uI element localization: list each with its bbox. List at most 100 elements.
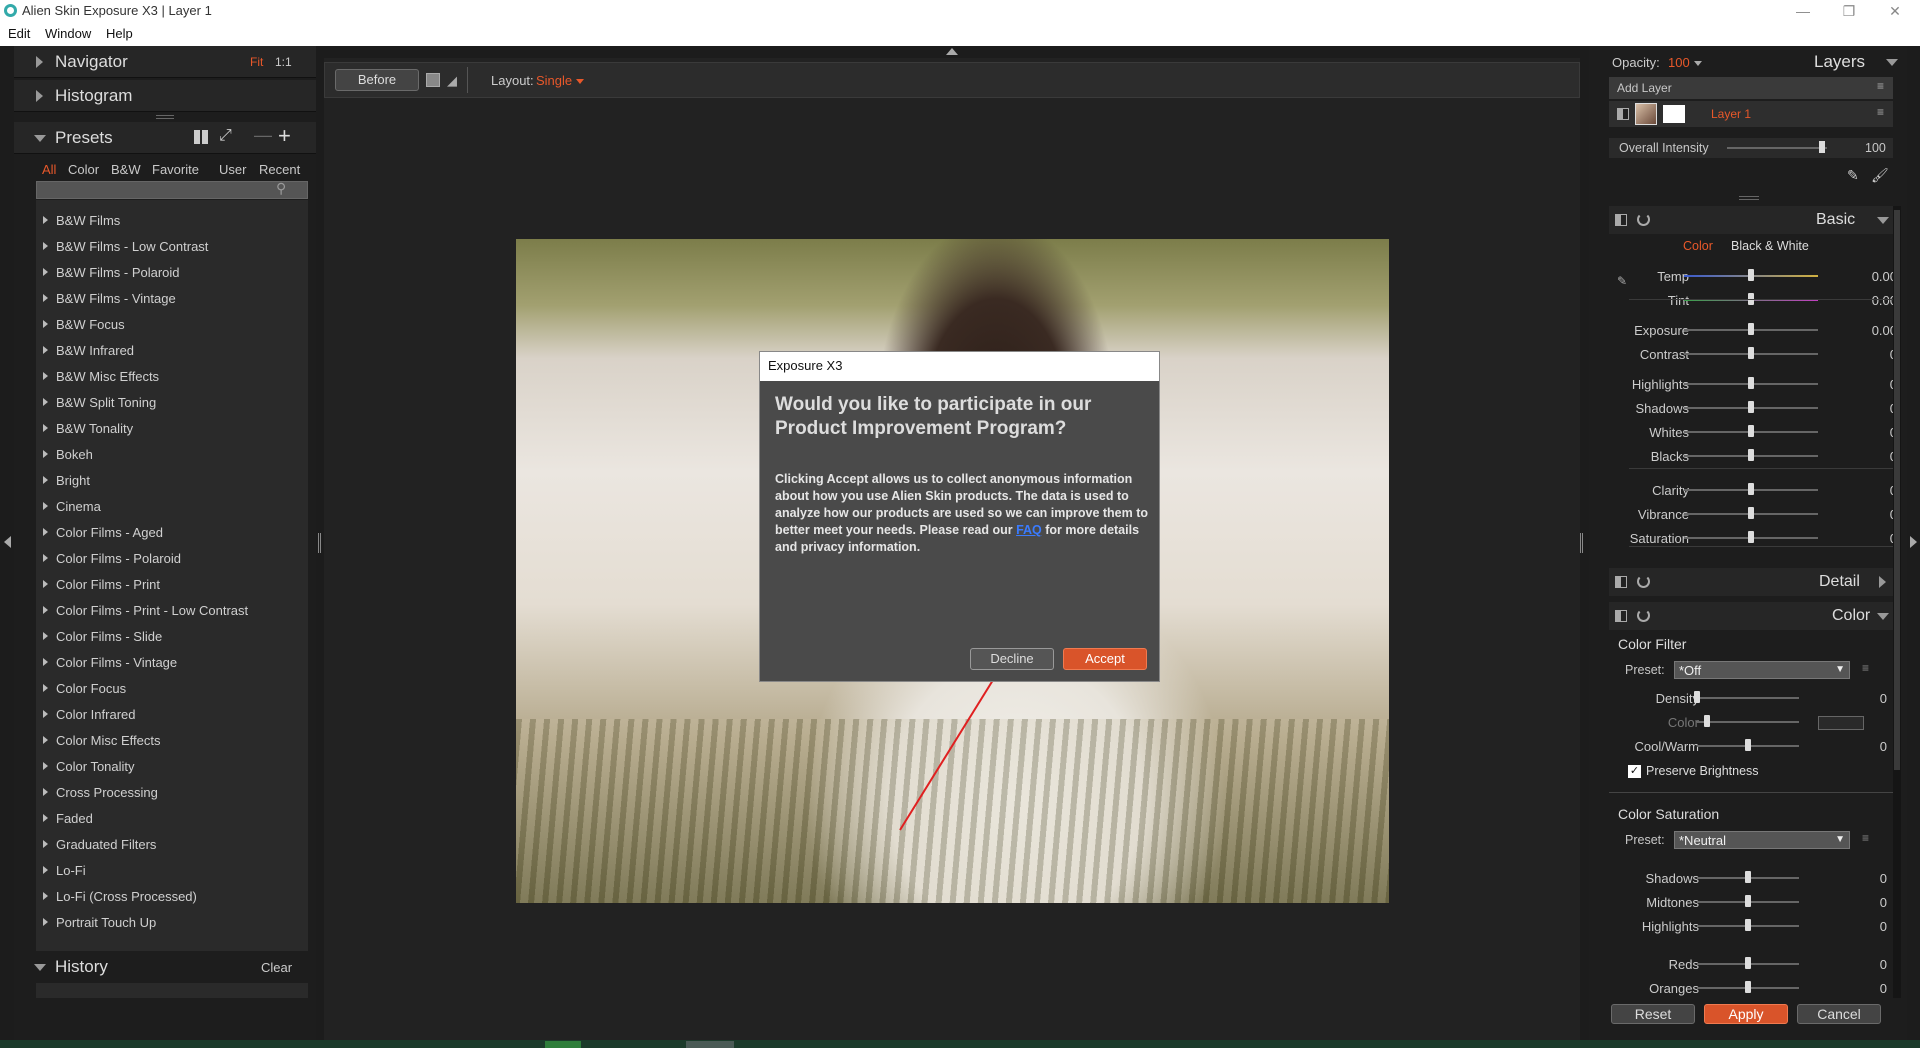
preset-item-label: Color Focus [56,681,127,696]
histogram-header[interactable]: Histogram [14,80,316,112]
menu-help[interactable]: Help [106,26,133,41]
preset-item[interactable]: Portrait Touch Up [36,910,308,934]
preset-item[interactable]: Color Films - Print - Low Contrast [36,598,308,622]
one-to-one-button[interactable]: 1:1 [275,55,292,69]
taskbar [0,1040,1920,1048]
slider-thumb[interactable] [1745,871,1751,883]
tab-recent[interactable]: Recent [259,162,300,177]
slider-thumb[interactable] [1745,895,1751,907]
preset-item-label: Faded [56,811,93,826]
taskbar-app-1[interactable] [545,1041,581,1048]
menu-window[interactable]: Window [45,26,91,41]
preset-item[interactable]: Color Films - Polaroid [36,546,308,570]
preset-item[interactable]: Color Films - Aged [36,520,308,544]
tab-user[interactable]: User [219,162,246,177]
before-button[interactable]: Before [335,69,419,91]
preset-item[interactable]: B&W Films - Vintage [36,286,308,310]
preset-item[interactable]: Cinema [36,494,308,518]
preset-item[interactable]: Lo-Fi [36,858,308,882]
slider-thumb[interactable] [1745,919,1751,931]
slider-thumb[interactable] [1745,981,1751,993]
taskbar-app-2[interactable] [686,1041,734,1048]
preset-item[interactable]: B&W Films - Polaroid [36,260,308,284]
search-icon: ⚲ [276,180,287,196]
left-divider-handle[interactable] [318,533,321,553]
tab-bw[interactable]: B&W [111,162,141,177]
layout-dropdown[interactable]: Single [536,73,585,88]
presets-label: Presets [55,128,113,147]
right-divider-handle[interactable] [1580,533,1583,553]
preset-item[interactable]: B&W Tonality [36,416,308,440]
expand-icon [43,476,48,484]
preset-item[interactable]: Faded [36,806,308,830]
minimize-icon[interactable]: — [1780,0,1826,22]
presets-header[interactable]: Presets ⤢ — + [14,122,316,154]
slider-value: 0 [1879,981,1887,996]
right-scrollbar[interactable] [1893,206,1901,1042]
preset-item[interactable]: B&W Split Toning [36,390,308,414]
preset-item[interactable]: B&W Focus [36,312,308,336]
toolbar-divider [467,67,468,93]
split-view-icon[interactable]: ◢ [447,73,457,89]
dialog-body: Clicking Accept allows us to collect ano… [775,471,1155,556]
histogram-label: Histogram [55,86,133,105]
preset-item[interactable]: Graduated Filters [36,832,308,856]
preset-search-input[interactable] [36,181,308,199]
preset-item[interactable]: B&W Films - Low Contrast [36,234,308,258]
panel-resize-handle[interactable] [156,115,174,119]
maximize-icon[interactable]: ❐ [1826,0,1872,22]
accept-button[interactable]: Accept [1063,648,1147,670]
fit-button[interactable]: Fit [250,55,263,69]
right-panel: Opacity: 100 Layers Add Layer ≡ Layer 1 … [1589,46,1907,1042]
preset-item[interactable]: B&W Misc Effects [36,364,308,388]
collapse-left-icon[interactable] [4,536,11,548]
grid-view-icon[interactable] [194,130,208,144]
preset-item-label: Lo-Fi (Cross Processed) [56,889,197,904]
expand-icon [43,580,48,588]
expand-icon [43,866,48,874]
history-header[interactable]: History Clear [14,951,316,983]
close-icon[interactable]: ✕ [1872,0,1918,22]
tab-all[interactable]: All [42,162,56,177]
menu-edit[interactable]: Edit [8,26,30,41]
reset-button[interactable]: Reset [1611,1004,1695,1024]
add-preset-icon[interactable]: + [278,123,291,149]
tab-color[interactable]: Color [68,162,99,177]
decline-button[interactable]: Decline [970,648,1054,670]
slider-thumb[interactable] [1745,957,1751,969]
preset-item[interactable]: Bright [36,468,308,492]
collapse-top-icon[interactable] [946,48,958,55]
preset-item[interactable]: Color Misc Effects [36,728,308,752]
preset-item[interactable]: B&W Films [36,208,308,232]
preset-item[interactable]: Bokeh [36,442,308,466]
collapse-icon [34,964,46,971]
apply-button[interactable]: Apply [1704,1004,1788,1024]
preset-item[interactable]: Cross Processing [36,780,308,804]
preset-item[interactable]: Color Films - Vintage [36,650,308,674]
layout-value: Single [536,73,573,88]
scrollbar-thumb[interactable] [1894,210,1900,770]
slider-value: 0 [1879,895,1887,910]
preset-item[interactable]: Lo-Fi (Cross Processed) [36,884,308,908]
preset-item[interactable]: Color Tonality [36,754,308,778]
history-clear-button[interactable]: Clear [261,960,292,975]
navigator-label: Navigator [55,52,128,71]
slider-label: Reds [1668,957,1699,972]
collapse-icon [34,135,46,142]
slider-value: 0 [1879,957,1887,972]
preset-item[interactable]: Color Focus [36,676,308,700]
remove-preset-icon[interactable]: — [254,125,272,146]
tab-favorite[interactable]: Favorite [152,162,199,177]
preset-item[interactable]: Color Infrared [36,702,308,726]
preset-item[interactable]: B&W Infrared [36,338,308,362]
chevron-down-icon [576,79,585,85]
navigator-header[interactable]: Navigator Fit 1:1 [14,46,316,78]
fullscreen-icon[interactable]: ⤢ [219,127,232,145]
preset-list: B&W Films B&W Films - Low Contrast B&W Fil… [36,200,308,998]
preset-item[interactable]: Color Films - Print [36,572,308,596]
faq-link[interactable]: FAQ [1016,523,1042,537]
cancel-button[interactable]: Cancel [1797,1004,1881,1024]
single-view-icon[interactable] [426,73,440,87]
preset-item[interactable]: Color Films - Slide [36,624,308,648]
expand-icon [36,90,43,102]
